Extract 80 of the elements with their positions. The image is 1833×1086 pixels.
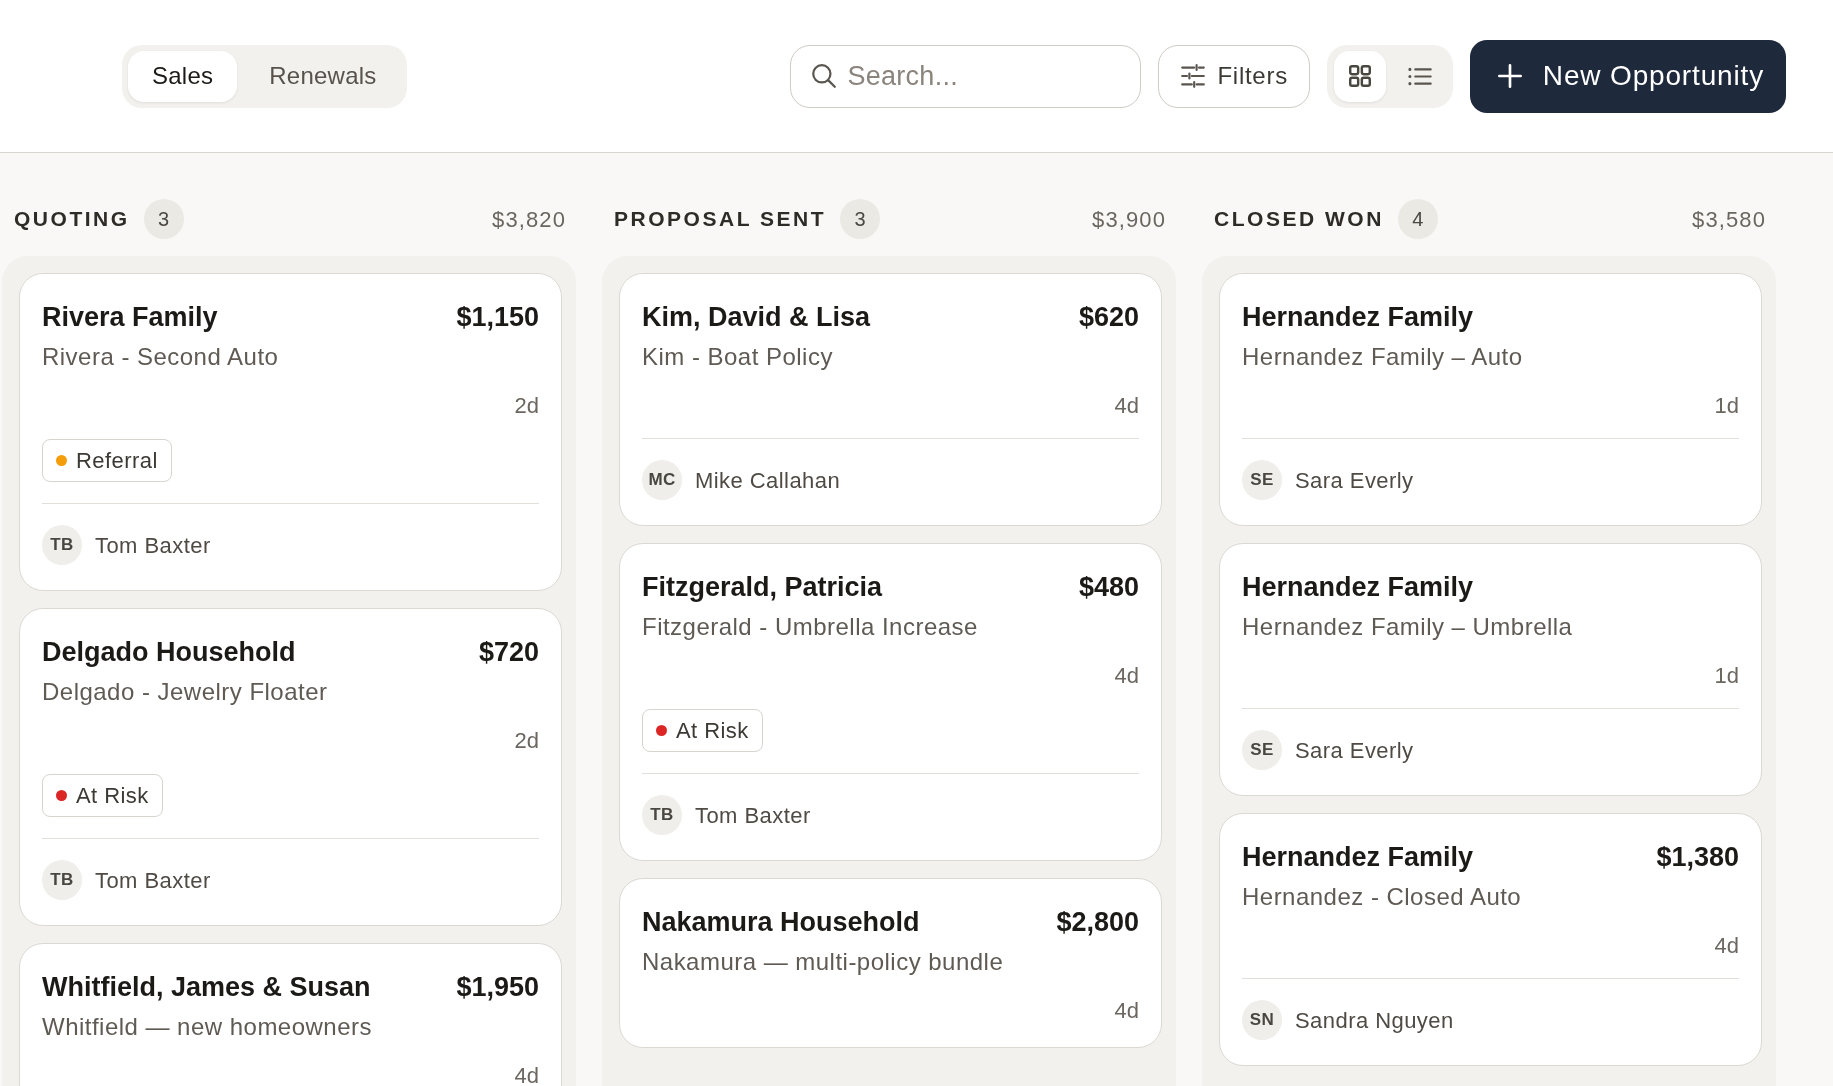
opportunity-card[interactable]: Hernandez Family Hernandez Family – Auto 1d SE Sara Everly: [1219, 273, 1762, 526]
owner-avatar: TB: [42, 860, 82, 900]
client-name: Hernandez Family: [1242, 571, 1474, 603]
opportunity-card[interactable]: Delgado Household $720 Delgado - Jewelry Floater 2d At Risk TB Tom Baxter: [19, 608, 562, 926]
opportunity-card[interactable]: Nakamura Household $2,800 Nakamura — multi-policy bundle 4d: [619, 878, 1162, 1048]
client-name: Hernandez Family: [1242, 301, 1474, 333]
premium-amount: $1,950: [456, 971, 539, 1003]
owner-name: Sara Everly: [1295, 736, 1414, 765]
premium-amount: $2,800: [1056, 906, 1139, 938]
column-title: PROPOSAL SENT: [614, 206, 827, 233]
owner-name: Tom Baxter: [95, 866, 211, 895]
age-label: 2d: [514, 730, 539, 752]
age-label: 1d: [1714, 665, 1739, 687]
grid-icon: [1348, 65, 1371, 87]
opportunity-card[interactable]: Hernandez Family Hernandez Family – Umbrella 1d SE Sara Everly: [1219, 543, 1762, 796]
opportunity-description: Fitzgerald - Umbrella Increase: [642, 613, 978, 640]
list-icon: [1407, 66, 1432, 86]
column-count: 4: [1397, 199, 1438, 239]
owner-name: Mike Callahan: [695, 466, 841, 495]
age-label: 4d: [1114, 665, 1139, 687]
tag-label: At Risk: [76, 782, 149, 810]
opportunity-description: Hernandez - Closed Auto: [1242, 883, 1522, 910]
filters-button[interactable]: Filters: [1158, 44, 1310, 108]
premium-amount: $620: [1078, 301, 1139, 333]
age-label: 4d: [514, 1065, 539, 1086]
opportunity-description: Kim - Boat Policy: [642, 343, 833, 370]
age-label: 4d: [1114, 1000, 1139, 1022]
client-name: Rivera Family: [42, 301, 218, 333]
opportunity-description: Rivera - Second Auto: [42, 343, 279, 370]
owner-avatar: SE: [1242, 730, 1282, 770]
owner-name: Tom Baxter: [95, 531, 211, 560]
search-icon: [812, 64, 837, 88]
opportunity-card[interactable]: Hernandez Family $1,380 Hernandez - Closed Auto 4d SN Sandra Nguyen: [1219, 813, 1762, 1066]
column-total: $3,900: [1092, 205, 1166, 234]
opportunity-description: Hernandez Family – Auto: [1242, 343, 1523, 370]
column-total: $3,580: [1692, 205, 1766, 234]
grid-view-button[interactable]: [1333, 50, 1386, 102]
column-total: $3,820: [492, 205, 566, 234]
owner-avatar: TB: [42, 525, 82, 565]
plus-icon: [1497, 64, 1522, 88]
owner-avatar: SE: [1242, 460, 1282, 500]
tag-label: Referral: [76, 447, 158, 475]
client-name: Hernandez Family: [1242, 841, 1474, 873]
age-label: 4d: [1114, 395, 1139, 417]
age-label: 2d: [514, 395, 539, 417]
opportunity-card[interactable]: Rivera Family $1,150 Rivera - Second Auto 2d Referral TB Tom Baxter: [19, 273, 562, 591]
tag-label: At Risk: [676, 717, 749, 745]
client-name: Kim, David & Lisa: [642, 301, 871, 333]
column-title: CLOSED WON: [1214, 206, 1384, 233]
client-name: Nakamura Household: [642, 906, 920, 938]
owner-avatar: MC: [642, 460, 682, 500]
premium-amount: $1,150: [456, 301, 539, 333]
age-label: 1d: [1714, 395, 1739, 417]
opportunity-card[interactable]: Whitfield, James & Susan $1,950 Whitfield — new homeowners 4d: [19, 943, 562, 1086]
premium-amount: $1,380: [1656, 841, 1739, 873]
owner-avatar: TB: [642, 795, 682, 835]
column-title: QUOTING: [14, 206, 130, 233]
owner-name: Sara Everly: [1295, 466, 1414, 495]
opportunity-description: Whitfield — new homeowners: [42, 1013, 372, 1040]
opportunity-card[interactable]: Fitzgerald, Patricia $480 Fitzgerald - Umbrella Increase 4d At Risk TB Tom Baxter: [619, 543, 1162, 861]
opportunity-card[interactable]: Kim, David & Lisa $620 Kim - Boat Policy 4d MC Mike Callahan: [619, 273, 1162, 526]
view-tab[interactable]: Renewals: [245, 50, 401, 102]
owner-name: Sandra Nguyen: [1295, 1006, 1454, 1035]
opportunity-description: Delgado - Jewelry Floater: [42, 678, 328, 705]
owner-name: Tom Baxter: [695, 801, 811, 830]
premium-amount: $480: [1078, 571, 1139, 603]
premium-amount: $720: [478, 636, 539, 668]
column-count: 3: [143, 199, 184, 239]
opportunity-description: Hernandez Family – Umbrella: [1242, 613, 1573, 640]
client-name: Delgado Household: [42, 636, 296, 668]
sliders-icon: [1181, 64, 1206, 88]
owner-avatar: SN: [1242, 1000, 1282, 1040]
age-label: 4d: [1714, 935, 1739, 957]
search-field[interactable]: Search...: [790, 44, 1142, 108]
view-tab[interactable]: Sales: [128, 50, 238, 102]
client-name: Whitfield, James & Susan: [42, 971, 371, 1003]
opportunity-description: Nakamura — multi-policy bundle: [642, 948, 1004, 975]
column-count: 3: [840, 199, 881, 239]
new-opportunity-button[interactable]: New Opportunity: [1469, 39, 1786, 113]
client-name: Fitzgerald, Patricia: [642, 571, 883, 603]
